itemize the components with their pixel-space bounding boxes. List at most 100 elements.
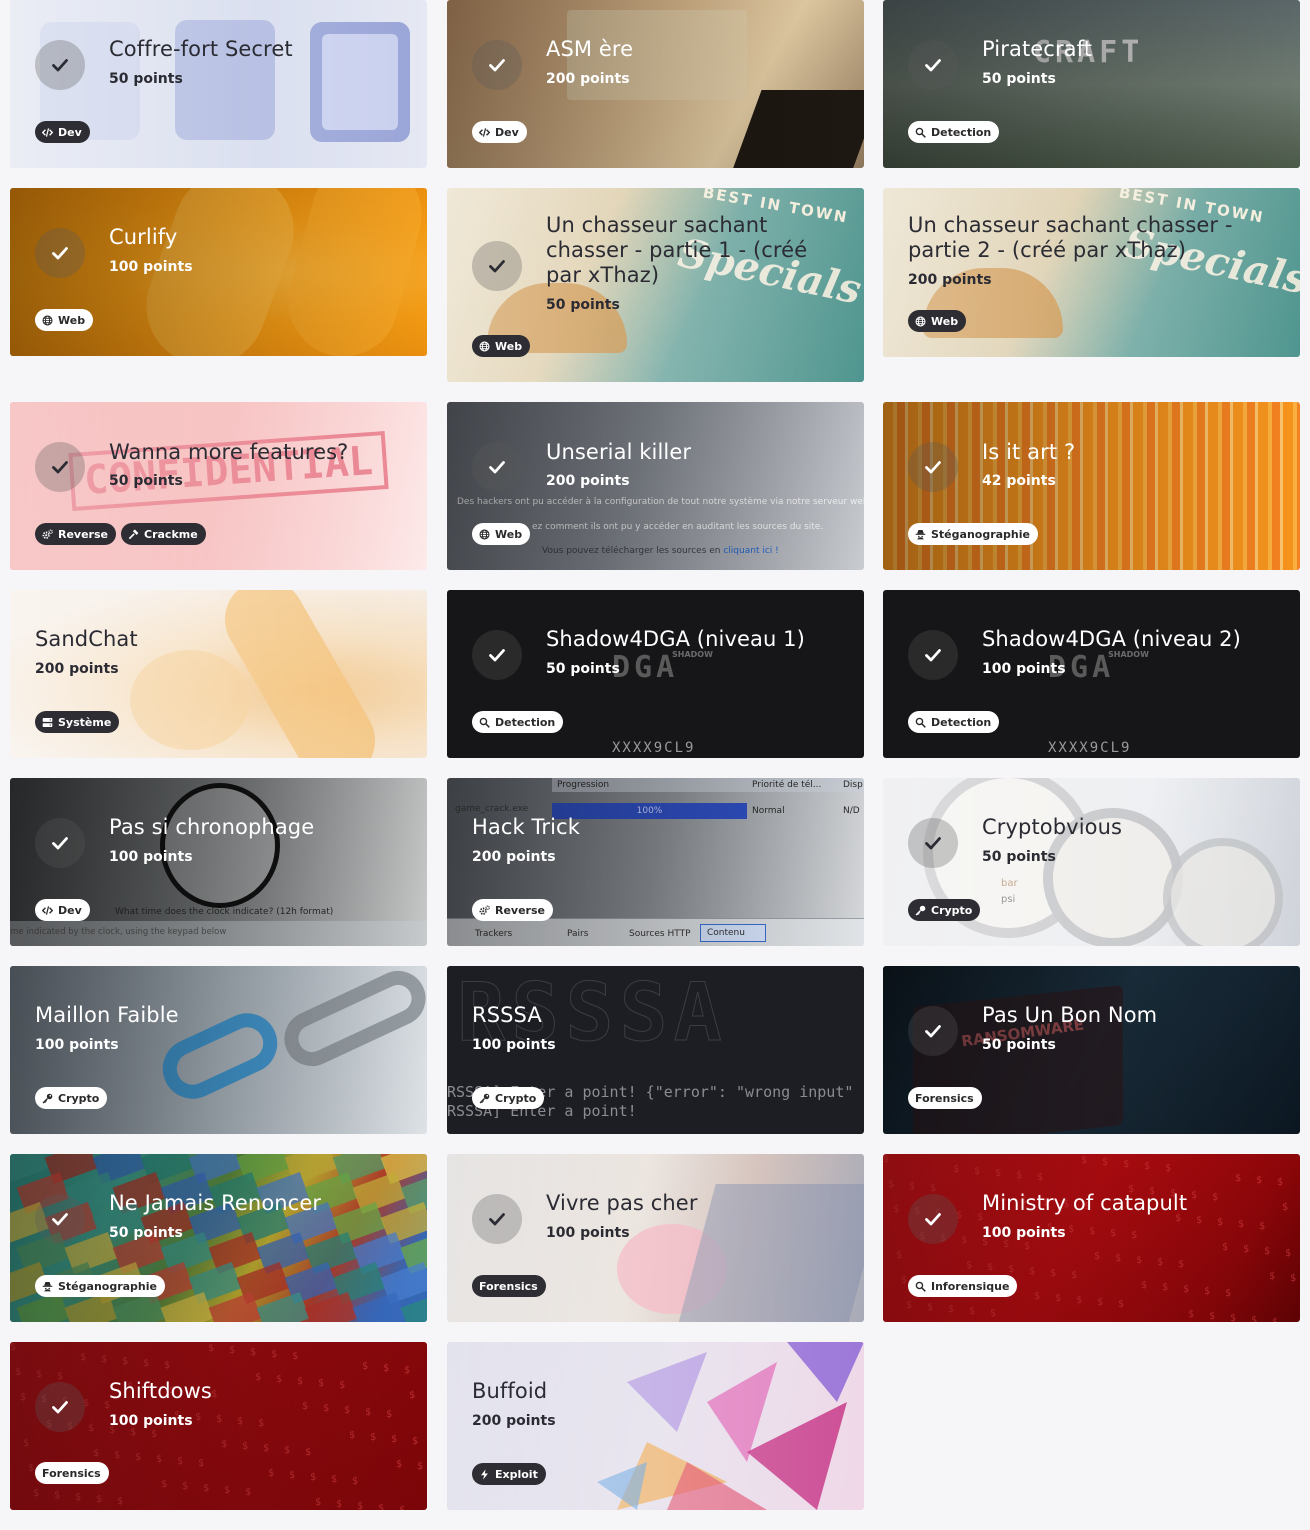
category-tag-label: Forensics (915, 1091, 974, 1105)
solved-check-icon (472, 630, 522, 680)
challenge-card[interactable]: DGA SHADOW XXXX9CL9 Shadow4DGA (niveau 2) 10… (883, 590, 1300, 758)
solved-check-icon (35, 1194, 85, 1244)
challenge-points: 50 points (982, 1037, 1056, 1053)
challenge-card[interactable]: Curlify 100 points Web (10, 188, 427, 356)
challenge-card[interactable]: Buffoid 200 points Exploit (447, 1342, 864, 1510)
code-icon (42, 905, 53, 916)
solved-check-icon (35, 228, 85, 278)
category-tag[interactable]: Detection (908, 711, 1000, 733)
tag-list: Web (35, 309, 94, 331)
challenge-card[interactable]: $$$$$$$$$$$$$$$$$$$$$$$$$$$$$$$$$$$$$$$$… (883, 1154, 1300, 1322)
category-tag-label: Stéganographie (931, 527, 1030, 541)
challenge-card[interactable]: Coffre-fort Secret 50 points Dev (10, 0, 427, 168)
solved-check-icon (908, 818, 958, 868)
category-tag-label: Crypto (58, 1091, 100, 1105)
category-tag[interactable]: Dev (35, 899, 90, 921)
category-tag[interactable]: Detection (908, 121, 1000, 143)
challenge-card[interactable]: Vivre pas cher 100 points Forensics (447, 1154, 864, 1322)
solved-check-icon (908, 1194, 958, 1244)
category-tag-label: Web (931, 314, 959, 328)
challenge-title: Hack Trick (472, 815, 580, 839)
category-tag[interactable]: Crypto (908, 899, 981, 921)
category-tag[interactable]: Crypto (35, 1087, 108, 1109)
challenge-card[interactable]: What time does the clock indicate? (12h … (10, 778, 427, 946)
category-tag[interactable]: Reverse (472, 899, 553, 921)
challenge-title: Pas Un Bon Nom (982, 1003, 1158, 1027)
category-tag[interactable]: Detection (472, 711, 564, 733)
category-tag[interactable]: Crypto (472, 1087, 545, 1109)
challenge-points: 50 points (109, 1225, 183, 1241)
challenge-title: Ne Jamais Renoncer (109, 1191, 322, 1215)
challenge-card[interactable]: barpsiCryptobvious50 pointsCrypto (883, 778, 1300, 946)
challenge-points: 100 points (35, 1037, 119, 1053)
challenge-points: 50 points (546, 661, 620, 677)
challenge-card[interactable]: Maillon Faible 100 points Crypto (10, 966, 427, 1134)
challenge-title: Is it art ? (982, 440, 1076, 464)
challenge-card[interactable]: CONFIDENTIALWanna more features?50 point… (10, 402, 427, 570)
category-tag[interactable]: Dev (472, 121, 527, 143)
challenge-card[interactable]: RANSOMWAREPas Un Bon Nom50 pointsForensi… (883, 966, 1300, 1134)
challenge-title: ASM ère (546, 37, 634, 61)
category-tag-label: Forensics (42, 1466, 101, 1480)
category-tag-label: Detection (495, 715, 556, 729)
category-tag[interactable]: Web (908, 310, 967, 332)
challenge-points: 200 points (35, 661, 119, 677)
challenge-card[interactable]: SandChat 200 points Système (10, 590, 427, 758)
challenge-card[interactable]: Des hackers ont pu accéder à la configur… (447, 402, 864, 570)
challenge-card[interactable]: ASM ère 200 points Dev (447, 0, 864, 168)
challenge-points: 100 points (982, 661, 1066, 677)
solved-check-icon (35, 818, 85, 868)
category-tag[interactable]: Web (472, 335, 531, 357)
challenge-title: Un chasseur sachant chasser - partie 2 -… (908, 213, 1233, 262)
solved-check-icon (908, 630, 958, 680)
challenge-card[interactable]: RSSSA RSSSA] Enter a point! {"error": "wr… (447, 966, 864, 1134)
tag-list: Crypto (35, 1087, 108, 1109)
category-tag[interactable]: Exploit (472, 1463, 546, 1485)
challenge-points: 50 points (546, 297, 620, 313)
challenge-title: Coffre-fort Secret (109, 37, 293, 61)
category-tag[interactable]: Dev (35, 121, 90, 143)
category-tag[interactable]: Système (35, 711, 120, 733)
category-tag[interactable]: Forensics (35, 1462, 109, 1484)
category-tag[interactable]: Stéganographie (908, 523, 1038, 545)
category-tag-label: Exploit (495, 1467, 538, 1481)
tag-list: Detection (908, 121, 1000, 143)
bolt-icon (479, 1468, 490, 1480)
key-icon (915, 905, 926, 916)
challenge-points: 50 points (109, 473, 183, 489)
challenge-points: 200 points (472, 849, 556, 865)
challenge-grid: Coffre-fort Secret 50 points Dev ASM ère 200… (0, 0, 1310, 1530)
category-tag[interactable]: Forensics (908, 1087, 982, 1109)
globe-icon (479, 340, 490, 352)
category-tag[interactable]: Reverse (35, 523, 116, 545)
challenge-title: Shadow4DGA (niveau 2) (982, 627, 1241, 651)
category-tag[interactable]: Web (35, 309, 94, 331)
tag-list: Reverse Crackme (35, 523, 206, 545)
challenge-card[interactable]: Is it art ? 42 points Stéganographie (883, 402, 1300, 570)
tag-list: Web (472, 335, 531, 357)
challenge-card[interactable]: $$$$$$$$$$$$$$$$$$$$$$$$$$$$$$$$$$$$$$$$… (10, 1342, 427, 1510)
challenge-card[interactable]: CRAFTPiratecraft50 pointsDetection (883, 0, 1300, 168)
challenge-title: Wanna more features? (109, 440, 349, 464)
challenge-card[interactable]: Ne Jamais Renoncer 50 points Stéganographi… (10, 1154, 427, 1322)
tag-list: Dev (35, 899, 90, 921)
challenge-card[interactable]: DGA SHADOW XXXX9CL9 Shadow4DGA (niveau 1) 50… (447, 590, 864, 758)
category-tag-label: Forensics (479, 1279, 538, 1293)
key-icon (479, 1093, 490, 1104)
category-tag[interactable]: Stéganographie (35, 1275, 165, 1297)
challenge-card[interactable]: BEST IN TOWNSpecialsUn chasseur sachant … (447, 188, 864, 382)
tag-list: Crypto (908, 899, 981, 921)
challenge-title: SandChat (35, 627, 138, 651)
solved-check-icon (35, 1382, 85, 1432)
category-tag-label: Dev (495, 125, 519, 139)
challenge-title: Cryptobvious (982, 815, 1123, 839)
category-tag-label: Crypto (495, 1091, 537, 1105)
category-tag[interactable]: Crackme (121, 523, 206, 545)
challenge-card[interactable]: ProgressionPriorité de tél...Dispgame_cr… (447, 778, 864, 946)
category-tag[interactable]: Inforensique (908, 1275, 1018, 1297)
challenge-card[interactable]: BEST IN TOWNSpecialsUn chasseur sachant … (883, 188, 1300, 357)
challenge-title: Unserial killer (546, 440, 692, 464)
category-tag-label: Crypto (931, 903, 973, 917)
category-tag[interactable]: Web (472, 523, 531, 545)
category-tag[interactable]: Forensics (472, 1275, 546, 1297)
